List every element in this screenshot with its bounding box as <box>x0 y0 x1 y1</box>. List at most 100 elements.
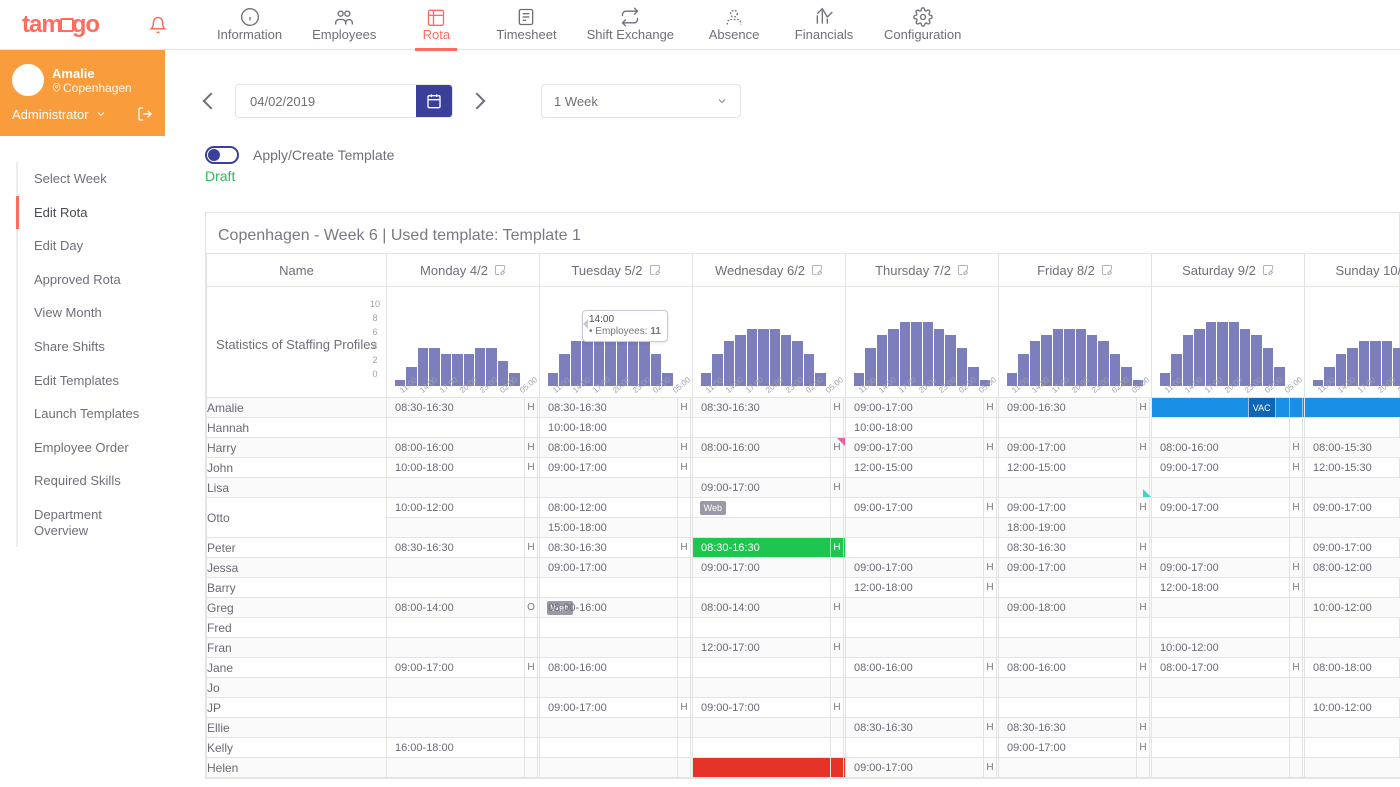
shift-cell[interactable] <box>999 618 1151 637</box>
date-field[interactable] <box>235 84 453 118</box>
shift-cell[interactable] <box>693 458 845 477</box>
shift-cell[interactable] <box>540 738 692 757</box>
nav-rota[interactable]: Rota <box>406 0 466 50</box>
shift-cell[interactable]: 09:00-17:00H <box>387 658 539 677</box>
employee-name[interactable]: Ellie <box>207 718 387 738</box>
date-input[interactable] <box>236 85 416 117</box>
shift-cell[interactable]: 16:00-18:00 <box>387 738 539 757</box>
nav-employees[interactable]: Employees <box>312 0 376 50</box>
shift-cell[interactable] <box>693 578 845 597</box>
nav-information[interactable]: Information <box>217 0 282 50</box>
shift-cell[interactable]: 08:00-16:00H <box>540 438 692 457</box>
shift-cell[interactable]: 09:00-17:00H <box>846 758 998 777</box>
shift-cell[interactable] <box>1305 578 1400 597</box>
shift-cell[interactable] <box>1152 698 1304 717</box>
shift-cell[interactable] <box>1152 538 1304 557</box>
shift-cell[interactable] <box>1305 418 1400 437</box>
shift-cell[interactable] <box>846 678 998 697</box>
shift-cell[interactable] <box>999 698 1151 717</box>
shift-cell[interactable] <box>999 638 1151 657</box>
shift-cell[interactable]: 18:00-19:00 <box>999 518 1151 537</box>
shift-cell[interactable]: 09:00-17:00 <box>540 558 692 577</box>
shift-cell[interactable]: 12:00-15:00 <box>846 458 998 477</box>
shift-cell[interactable] <box>846 538 998 557</box>
shift-cell[interactable]: 08:00-12:00Web <box>540 498 692 517</box>
shift-cell[interactable] <box>540 478 692 497</box>
shift-cell[interactable] <box>540 618 692 637</box>
shift-cell[interactable]: 09:00-17:00H <box>693 478 845 497</box>
shift-cell[interactable] <box>846 518 998 537</box>
chevron-down-icon[interactable] <box>95 108 107 120</box>
shift-cell[interactable] <box>693 678 845 697</box>
shift-cell[interactable]: 08:00-18:00H <box>1305 658 1400 677</box>
shift-cell[interactable]: 10:00-18:00 <box>540 418 692 437</box>
shift-cell[interactable] <box>846 618 998 637</box>
side-item[interactable]: Department Overview <box>18 498 165 547</box>
shift-cell[interactable]: 08:00-16:00H <box>846 658 998 677</box>
shift-cell[interactable] <box>846 638 998 657</box>
shift-cell[interactable] <box>1305 518 1400 537</box>
shift-cell[interactable] <box>1152 418 1304 437</box>
employee-name[interactable]: Peter <box>207 538 387 558</box>
shift-cell[interactable] <box>999 478 1151 497</box>
shift-cell[interactable]: 10:00-18:00H <box>387 458 539 477</box>
shift-cell[interactable]: 08:00-16:00H <box>693 438 845 457</box>
shift-cell[interactable] <box>1305 678 1400 697</box>
note-icon[interactable] <box>494 264 506 276</box>
shift-cell[interactable] <box>1305 638 1400 657</box>
shift-cell[interactable]: 08:30-16:30H <box>540 398 692 417</box>
side-item[interactable]: Share Shifts <box>18 330 165 364</box>
shift-cell[interactable]: 09:00-17:00H <box>1305 498 1400 517</box>
shift-cell[interactable] <box>693 738 845 757</box>
shift-cell[interactable] <box>1152 618 1304 637</box>
shift-cell[interactable] <box>1152 678 1304 697</box>
nav-timesheet[interactable]: Timesheet <box>496 0 556 50</box>
shift-cell[interactable] <box>1305 758 1400 777</box>
shift-cell[interactable] <box>1152 718 1304 737</box>
employee-name[interactable]: Kelly <box>207 738 387 758</box>
avatar[interactable] <box>12 64 44 96</box>
template-toggle[interactable] <box>205 146 239 164</box>
shift-cell[interactable] <box>846 598 998 617</box>
employee-name[interactable]: Lisa <box>207 478 387 498</box>
range-select[interactable]: 1 Week <box>541 84 741 118</box>
shift-cell[interactable]: 09:00-17:00H <box>846 498 998 517</box>
shift-cell[interactable]: 09:00-18:00H <box>999 598 1151 617</box>
side-item[interactable]: Employee Order <box>18 431 165 465</box>
shift-cell[interactable] <box>387 718 539 737</box>
side-item[interactable]: Launch Templates <box>18 397 165 431</box>
shift-cell[interactable]: 08:30-16:30H <box>999 538 1151 557</box>
shift-cell[interactable]: 09:00-17:00H <box>846 398 998 417</box>
note-icon[interactable] <box>957 264 969 276</box>
shift-cell[interactable] <box>693 418 845 437</box>
shift-cell[interactable]: 08:30-16:30H <box>387 398 539 417</box>
shift-cell[interactable]: 09:00-17:00H <box>999 498 1151 517</box>
employee-name[interactable]: Jane <box>207 658 387 678</box>
employee-name[interactable]: Jessa <box>207 558 387 578</box>
side-item[interactable]: View Month <box>18 296 165 330</box>
shift-cell[interactable] <box>1152 518 1304 537</box>
shift-cell[interactable] <box>999 418 1151 437</box>
shift-cell[interactable]: 08:30-16:30H <box>387 538 539 557</box>
shift-cell[interactable] <box>693 498 845 517</box>
employee-name[interactable]: Helen <box>207 758 387 778</box>
side-item[interactable]: Edit Templates <box>18 364 165 398</box>
side-item[interactable]: Approved Rota <box>18 263 165 297</box>
shift-cell[interactable]: 12:00-17:00H <box>693 638 845 657</box>
employee-name[interactable]: Jo <box>207 678 387 698</box>
nav-absence[interactable]: Absence <box>704 0 764 50</box>
shift-cell[interactable] <box>1305 618 1400 637</box>
shift-cell[interactable] <box>387 418 539 437</box>
shift-cell[interactable] <box>846 738 998 757</box>
shift-cell[interactable]: 09:00-17:00 <box>693 558 845 577</box>
shift-cell[interactable] <box>387 578 539 597</box>
employee-name[interactable]: Fred <box>207 618 387 638</box>
shift-cell[interactable]: 10:00-12:00 <box>387 498 539 517</box>
shift-cell[interactable]: 10:00-12:00 <box>1152 638 1304 657</box>
note-icon[interactable] <box>811 264 823 276</box>
shift-cell[interactable] <box>540 758 692 777</box>
shift-cell[interactable] <box>693 758 845 777</box>
shift-cell[interactable]: 08:00-17:00H <box>1152 658 1304 677</box>
shift-cell[interactable] <box>387 638 539 657</box>
shift-cell[interactable]: 08:00-16:00H <box>1152 438 1304 457</box>
